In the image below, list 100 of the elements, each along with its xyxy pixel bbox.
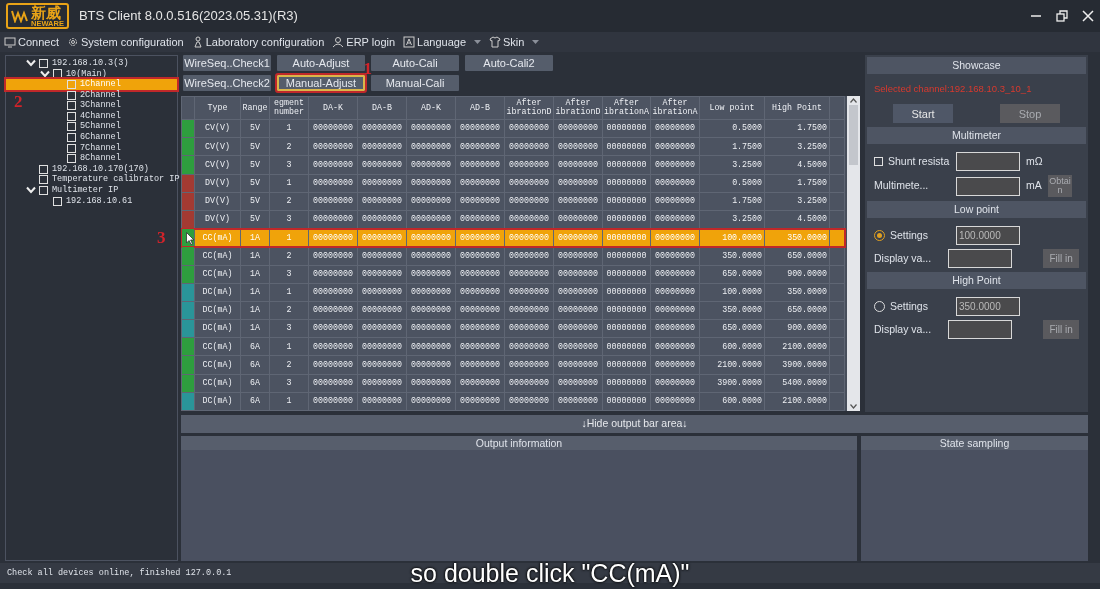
section-header: High Point — [867, 272, 1086, 290]
checkbox[interactable] — [67, 90, 76, 100]
tree-item[interactable]: Temperature calibrator IP — [26, 174, 180, 186]
table-cell: 00000000 — [406, 228, 456, 247]
tree-item[interactable]: 7Channel — [54, 142, 121, 154]
tab-button[interactable]: Auto-Cali — [371, 55, 459, 71]
field-label: Settings — [890, 298, 928, 314]
input-field[interactable]: 350.0000 — [956, 297, 1020, 317]
chevron-icon[interactable] — [26, 59, 36, 68]
annotation-number: 3 — [157, 229, 166, 246]
tree-item[interactable]: 2Channel — [54, 89, 121, 101]
input-field[interactable] — [947, 249, 1012, 269]
input-field[interactable] — [956, 152, 1020, 172]
checkbox[interactable] — [67, 154, 76, 164]
tree-item[interactable]: 6Channel — [54, 132, 121, 143]
table-row[interactable]: CV(V) 5V 1 00000000 00000000 00000000 00000000 00000000 00000000 00000000 00000000 0.5000 1.7500 — [181, 119, 845, 138]
table-row[interactable]: CC(mA) 1A 3 00000000 00000000 00000000 00000000 00000000 00000000 00000000 00000000 650.0000 900.0000 — [181, 265, 845, 284]
checkbox[interactable] — [39, 58, 48, 68]
tab-button[interactable]: Auto-Adjust — [277, 55, 365, 71]
table-row[interactable]: DC(mA) 1A 2 00000000 00000000 00000000 00000000 00000000 00000000 00000000 00000000 350.0000 650.0000 — [181, 301, 845, 320]
checkbox[interactable] — [67, 101, 76, 111]
letter-icon — [403, 36, 416, 48]
table-row[interactable]: DV(V) 5V 3 00000000 00000000 00000000 00000000 00000000 00000000 00000000 00000000 3.2500 4.5000 — [181, 210, 845, 229]
input-field[interactable] — [947, 320, 1012, 340]
tree-label: 192.168.10.3(3) — [52, 56, 129, 69]
unit-label: mA — [1026, 178, 1043, 194]
scrollbar[interactable] — [847, 96, 860, 411]
annotation-number: 2 — [14, 93, 23, 111]
scroll-down-icon[interactable] — [850, 404, 857, 409]
table-row[interactable]: CC(mA) 6A 1 00000000 00000000 00000000 00000000 00000000 00000000 00000000 00000000 600.0000 2100.0000 — [181, 337, 845, 356]
table-cell: 100.0000 — [699, 228, 765, 247]
checkbox[interactable] — [39, 164, 48, 174]
tree-label: 5Channel — [80, 120, 121, 132]
checkbox[interactable] — [67, 122, 76, 132]
checkbox[interactable] — [53, 196, 62, 206]
table-cell: 00000000 — [357, 228, 407, 247]
table-row[interactable]: DV(V) 5V 1 00000000 00000000 00000000 00000000 00000000 00000000 00000000 00000000 0.5000 1.7500 — [181, 174, 845, 193]
menu-item[interactable]: Language — [403, 33, 466, 51]
menu-item[interactable]: Laboratory configuration — [191, 33, 325, 51]
checkbox[interactable] — [67, 132, 76, 142]
tree-item[interactable]: Multimeter IP — [26, 185, 119, 196]
tree-label: 10(Main) — [66, 67, 107, 79]
action-button[interactable]: Start — [893, 104, 953, 124]
tree-item[interactable]: 192.168.10.61 — [40, 195, 133, 207]
tree-label: 192.168.10.170(170) — [52, 162, 149, 174]
tree-item[interactable]: 192.168.10.170(170) — [26, 163, 149, 175]
chevron-icon[interactable] — [40, 69, 50, 78]
tree-item[interactable]: 5Channel — [54, 121, 121, 133]
menu-item[interactable]: System configuration — [67, 33, 184, 51]
table-row[interactable]: DV(V) 5V 2 00000000 00000000 00000000 00000000 00000000 00000000 00000000 00000000 1.7500 3.2500 — [181, 192, 845, 211]
tree-label: 8Channel — [80, 152, 121, 164]
tree-item[interactable]: 4Channel — [54, 110, 121, 122]
table-row[interactable]: CC(mA) 6A 3 00000000 00000000 00000000 00000000 00000000 00000000 00000000 00000000 3900.0000 5400.0000 — [181, 374, 845, 393]
tree-label: 192.168.10.61 — [66, 194, 133, 208]
chevron-icon[interactable] — [26, 186, 36, 195]
input-field[interactable] — [956, 176, 1020, 196]
table-cell: 1 — [269, 228, 309, 247]
menu-item[interactable]: ERP login — [332, 33, 396, 51]
checkbox[interactable] — [67, 143, 76, 153]
column-header: DA-K — [308, 96, 358, 120]
table-cell: 350.0000 — [764, 228, 830, 247]
tree-item[interactable]: 3Channel — [54, 100, 121, 111]
caret-icon[interactable] — [474, 39, 481, 45]
restore-icon[interactable] — [1056, 10, 1068, 22]
checkbox[interactable] — [67, 111, 76, 121]
menu-item[interactable]: Connect — [4, 33, 59, 51]
cursor-icon — [186, 232, 194, 246]
caret-icon[interactable] — [532, 39, 540, 45]
tab-button[interactable]: Auto-Cali2 — [465, 55, 553, 71]
checkbox[interactable] — [39, 175, 48, 185]
table-row[interactable]: DC(mA) 1A 1 00000000 00000000 00000000 00000000 00000000 00000000 00000000 00000000 100.0000 350.0000 — [181, 283, 845, 302]
tab-button[interactable]: Manual-Adjust — [277, 75, 365, 91]
field-label: Multimete... — [874, 178, 929, 194]
table-row[interactable]: CV(V) 5V 3 00000000 00000000 00000000 00000000 00000000 00000000 00000000 00000000 3.2500 4.5000 — [181, 155, 845, 175]
tree-item[interactable]: 8Channel — [54, 153, 121, 164]
hide-output-button[interactable]: ↓Hide output bar area↓ — [181, 415, 1088, 433]
checkbox[interactable] — [39, 185, 48, 195]
table-row[interactable]: CV(V) 5V 2 00000000 00000000 00000000 00000000 00000000 00000000 00000000 00000000 1.7500 3.2500 — [181, 137, 845, 156]
scroll-thumb[interactable] — [849, 105, 858, 165]
checkbox[interactable] — [67, 80, 76, 89]
column-header: egment number — [269, 96, 309, 120]
input-field[interactable]: 100.0000 — [956, 226, 1020, 246]
unit-label: mΩ — [1026, 153, 1044, 169]
column-header: High Point — [764, 96, 830, 120]
table-row[interactable]: CC(mA) 1A 2 00000000 00000000 00000000 00000000 00000000 00000000 00000000 00000000 350.0000 650.0000 — [181, 246, 845, 265]
tab-button[interactable]: WireSeq..Check1 — [183, 55, 271, 71]
tab-button[interactable]: WireSeq..Check2 — [183, 75, 271, 91]
status-message: Selected channel:192.168.10.3_10_1 — [873, 82, 1033, 96]
table-row[interactable]: DC(mA) 6A 1 00000000 00000000 00000000 00000000 00000000 00000000 00000000 00000000 600.0000 2100.0000 — [181, 392, 845, 411]
scroll-up-icon[interactable] — [850, 98, 857, 103]
checkbox[interactable] — [874, 157, 883, 167]
tree-label: 2Channel — [80, 88, 121, 100]
tree-item[interactable]: 192.168.10.3(3) — [26, 58, 129, 69]
table-row[interactable]: DC(mA) 1A 3 00000000 00000000 00000000 00000000 00000000 00000000 00000000 00000000 650.0000 900.0000 — [181, 319, 845, 338]
tree-label: 6Channel — [80, 131, 121, 143]
menu-item[interactable]: Skin — [489, 33, 525, 51]
table-cell: 1A — [240, 228, 270, 247]
close-icon[interactable] — [1082, 10, 1094, 22]
table-row[interactable]: CC(mA) 6A 2 00000000 00000000 00000000 00000000 00000000 00000000 00000000 00000000 2100.0000 3900.0000 — [181, 355, 845, 375]
tab-button[interactable]: Manual-Cali — [371, 75, 459, 91]
